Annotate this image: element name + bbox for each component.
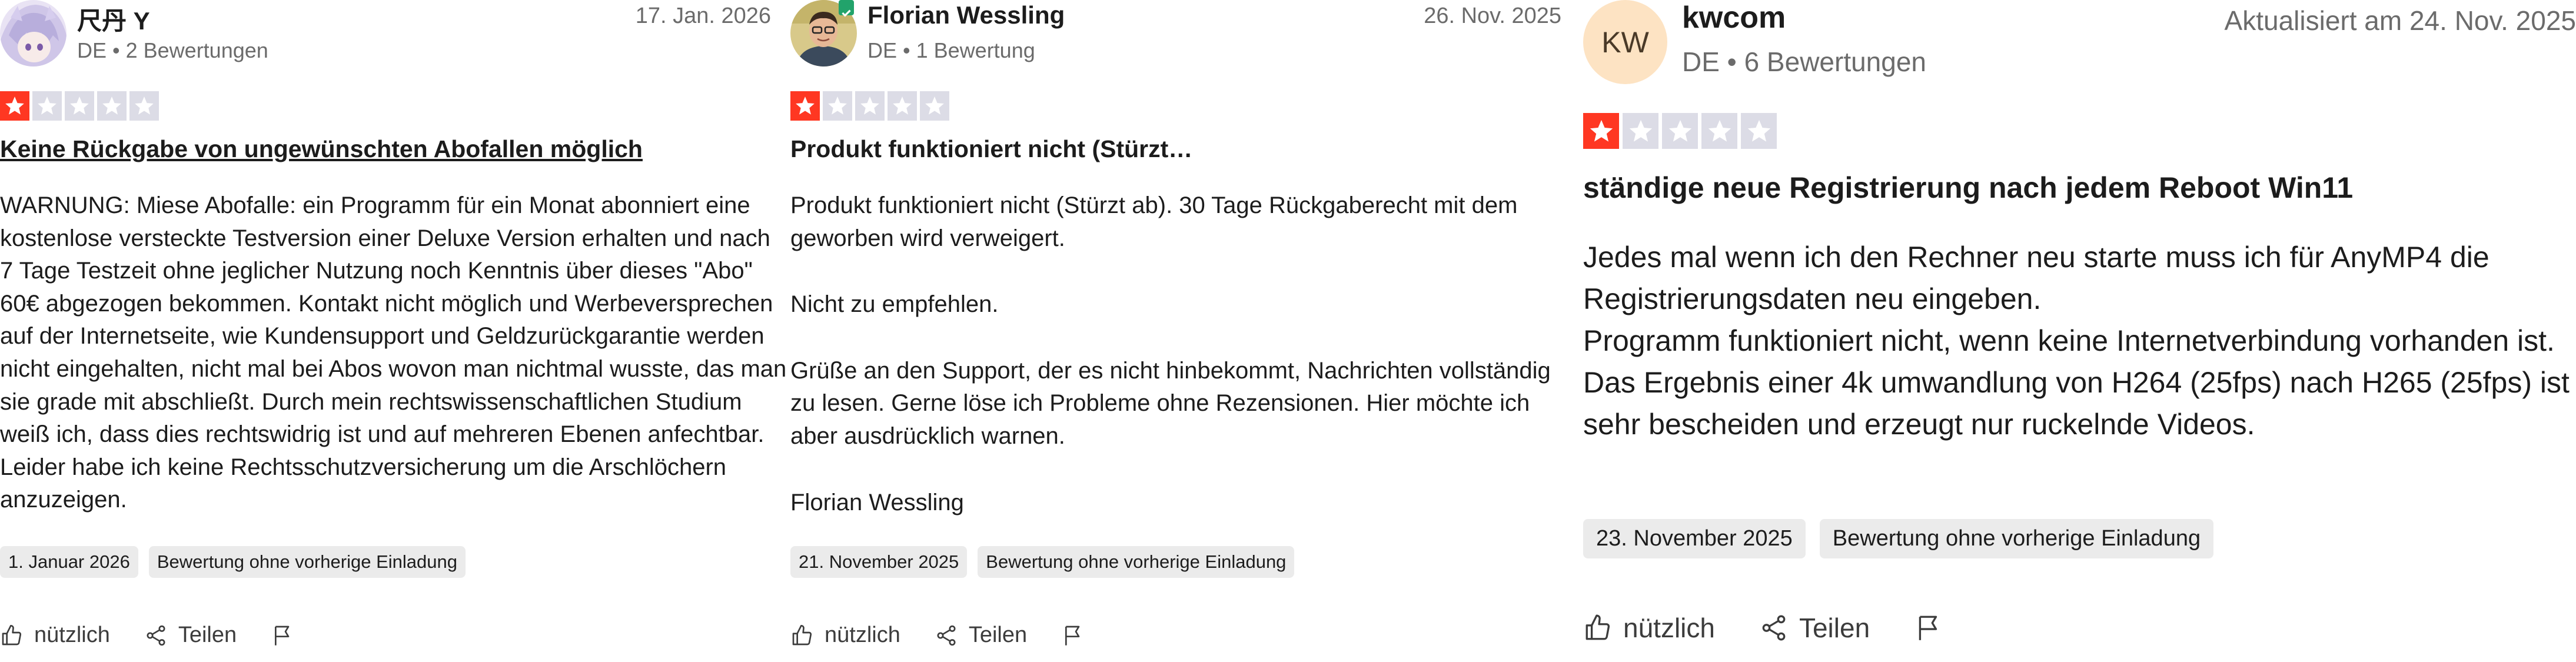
star-rating [790, 91, 949, 121]
verified-badge-icon [839, 0, 854, 17]
review-title[interactable]: Keine Rückgabe von ungewünschten Abofall… [0, 135, 643, 163]
experience-date-badge: 21. November 2025 [790, 546, 968, 578]
star-icon [1741, 113, 1777, 149]
review-date: 17. Jan. 2026 [635, 4, 771, 28]
review-header: KW kwcom DE • 6 Bewertungen Aktualisiert… [1583, 0, 2576, 84]
star-icon [65, 91, 94, 121]
review-tags: 21. November 2025 Bewertung ohne vorheri… [790, 546, 1295, 578]
review-card: Florian Wessling DE • 1 Bewertung 26. No… [790, 0, 1573, 647]
share-button[interactable]: Teilen [144, 623, 237, 648]
useful-label: nützlich [825, 623, 900, 647]
useful-button[interactable]: nützlich [1583, 612, 1715, 644]
share-icon [937, 625, 956, 646]
review-paragraph: WARNUNG: Miese Abofalle: ein Programm fü… [0, 192, 787, 513]
star-icon [129, 91, 159, 121]
star-icon [1623, 113, 1658, 149]
star-icon [823, 91, 852, 121]
author-meta: DE • 6 Bewertungen [1682, 46, 1927, 77]
review-actions: nützlich Teilen [0, 623, 294, 648]
experience-date-badge: 1. Januar 2026 [0, 546, 138, 578]
invitation-badge[interactable]: Bewertung ohne vorherige Einladung [148, 546, 466, 578]
review-paragraph: Produkt funktioniert nicht (Stürzt ab). … [790, 192, 1518, 251]
star-icon [32, 91, 62, 121]
star-icon [855, 91, 885, 121]
review-body: WARNUNG: Miese Abofalle: ein Programm fü… [0, 189, 789, 517]
useful-button[interactable]: nützlich [0, 623, 110, 648]
star-icon [790, 91, 820, 121]
report-button[interactable] [1061, 624, 1085, 647]
star-icon [0, 91, 29, 121]
review-tags: 23. November 2025 Bewertung ohne vorheri… [1583, 519, 2214, 558]
share-label: Teilen [1799, 613, 1870, 643]
review-paragraph: Jedes mal wenn ich den Rechner neu start… [1583, 241, 2489, 315]
author-name[interactable]: Florian Wessling [867, 1, 1065, 29]
thumbs-up-icon [792, 624, 812, 645]
share-icon [147, 625, 165, 646]
review-paragraph: Das Ergebnis einer 4k umwandlung von H26… [1583, 366, 2570, 441]
avatar-initials[interactable]: KW [1583, 0, 1667, 84]
anime-avatar-icon[interactable] [0, 0, 67, 66]
review-card: 尺丹 Y DE • 2 Bewertungen 17. Jan. 2026 Ke… [0, 0, 786, 647]
invitation-badge[interactable]: Bewertung ohne vorherige Einladung [978, 546, 1295, 578]
star-icon [1583, 113, 1619, 149]
author-name[interactable]: 尺丹 Y [77, 1, 150, 37]
star-icon [97, 91, 127, 121]
review-paragraph: Grüße an den Support, der es nicht hinbe… [790, 357, 1551, 449]
star-icon [1701, 113, 1737, 149]
flag-icon [1065, 626, 1080, 646]
thumbs-up-icon [1586, 614, 1610, 640]
review-title[interactable]: ständige neue Registrierung nach jedem R… [1583, 171, 2353, 205]
review-title[interactable]: Produkt funktioniert nicht (Stürzt… [790, 135, 1192, 163]
star-rating [1583, 113, 1777, 149]
share-icon [1762, 615, 1786, 641]
review-header: 尺丹 Y DE • 2 Bewertungen 17. Jan. 2026 [0, 0, 783, 76]
author-name[interactable]: kwcom [1682, 0, 1786, 35]
useful-button[interactable]: nützlich [790, 623, 900, 648]
review-body: Jedes mal wenn ich den Rechner neu start… [1583, 237, 2572, 445]
review-paragraph: Programm funktioniert nicht, wenn keine … [1583, 324, 2555, 357]
star-rating [0, 91, 159, 121]
report-button[interactable] [1914, 613, 1943, 643]
report-button[interactable] [271, 624, 294, 647]
star-icon [1662, 113, 1698, 149]
review-header: Florian Wessling DE • 1 Bewertung 26. No… [790, 0, 1573, 76]
share-button[interactable]: Teilen [935, 623, 1027, 648]
review-paragraph: Nicht zu empfehlen. [790, 291, 999, 318]
share-label: Teilen [968, 623, 1028, 647]
author-meta: DE • 1 Bewertung [867, 38, 1035, 62]
share-label: Teilen [178, 623, 237, 647]
review-tags: 1. Januar 2026 Bewertung ohne vorherige … [0, 546, 466, 578]
review-actions: nützlich Teilen [790, 623, 1085, 648]
review-actions: nützlich Teilen [1583, 612, 1943, 644]
flag-icon [1919, 616, 1937, 640]
useful-label: nützlich [1623, 613, 1715, 643]
star-icon [920, 91, 949, 121]
star-icon [888, 91, 917, 121]
author-meta: DE • 2 Bewertungen [77, 38, 268, 62]
review-date: 26. Nov. 2025 [1424, 4, 1561, 28]
review-body: Produkt funktioniert nicht (Stürzt ab). … [790, 189, 1579, 519]
flag-icon [275, 626, 290, 646]
invitation-badge[interactable]: Bewertung ohne vorherige Einladung [1819, 519, 2214, 558]
review-signature: Florian Wessling [790, 489, 964, 515]
useful-label: nützlich [34, 623, 110, 647]
review-card: KW kwcom DE • 6 Bewertungen Aktualisiert… [1583, 0, 2576, 643]
experience-date-badge: 23. November 2025 [1583, 519, 1806, 558]
thumbs-up-icon [2, 624, 22, 645]
share-button[interactable]: Teilen [1759, 612, 1870, 644]
review-date: Aktualisiert am 24. Nov. 2025 [2224, 5, 2576, 36]
